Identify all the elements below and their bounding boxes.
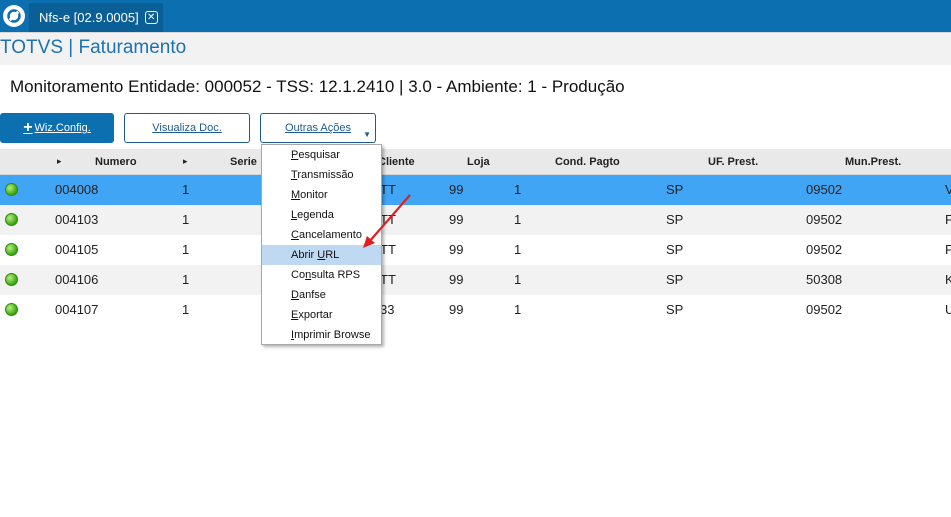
tab-close-icon[interactable]: ✕ — [144, 11, 158, 24]
table-row[interactable]: 004106 1 TT 99 1 SP 50308 K — [0, 265, 951, 295]
cell-uf-prest: SP — [666, 272, 684, 287]
cell-serie: 1 — [182, 302, 190, 317]
column-header-cond-pagto[interactable]: Cond. Pagto — [555, 156, 620, 168]
cell-numero: 004107 — [55, 302, 99, 317]
menu-item-danfse[interactable]: Danfse — [262, 285, 381, 305]
cell-cliente: TT — [380, 272, 396, 287]
cell-cliente: 33 — [380, 302, 395, 317]
visualiza-doc-button[interactable]: Visualiza Doc. — [124, 113, 250, 143]
cell-cond-pagto: 1 — [514, 272, 522, 287]
annotation-arrow-icon — [363, 194, 411, 248]
outras-acoes-label: Outras Ações — [284, 122, 352, 134]
cell-mun-prest: 09502 — [806, 212, 843, 227]
cell-numero: 004008 — [55, 182, 99, 197]
cell-serie: 1 — [182, 182, 190, 197]
cell-cond-pagto: 1 — [514, 182, 522, 197]
cell-extra: U — [945, 302, 951, 317]
visualiza-doc-label: Visualiza Doc. — [152, 122, 222, 134]
cell-uf-prest: SP — [666, 212, 684, 227]
top-bar: Nfs-e [02.9.0005] ✕ — [0, 0, 951, 32]
grid-header: ▸ Numero ▸ Serie Cliente Loja Cond. Pagt… — [0, 149, 951, 175]
cell-loja: 99 — [449, 302, 464, 317]
column-header-mun-prest[interactable]: Mun.Prest. — [845, 156, 901, 168]
table-row[interactable]: 004107 1 33 99 1 SP 09502 U — [0, 295, 951, 325]
cell-cond-pagto: 1 — [514, 212, 522, 227]
cell-mun-prest: 09502 — [806, 242, 843, 257]
menu-item-imprimir-browse[interactable]: Imprimir Browse — [262, 325, 381, 345]
cell-loja: 99 — [449, 182, 464, 197]
cell-serie: 1 — [182, 212, 190, 227]
cell-numero: 004105 — [55, 242, 99, 257]
cell-uf-prest: SP — [666, 302, 684, 317]
caret-down-icon: ▼ — [363, 130, 371, 139]
cell-cond-pagto: 1 — [514, 302, 522, 317]
sort-arrow-icon[interactable]: ▸ — [57, 156, 62, 167]
cell-loja: 99 — [449, 212, 464, 227]
cell-serie: 1 — [182, 272, 190, 287]
menu-item-pesquisar[interactable]: Pesquisar — [262, 145, 381, 165]
wiz-config-button[interactable]: + Wiz.Config. — [0, 113, 114, 143]
column-header-numero[interactable]: Numero — [95, 156, 137, 168]
column-header-uf-prest[interactable]: UF. Prest. — [708, 156, 758, 168]
wiz-config-label: Wiz.Config. — [34, 122, 91, 134]
table-row[interactable]: 004105 1 TT 99 1 SP 09502 F — [0, 235, 951, 265]
menu-item-exportar[interactable]: Exportar — [262, 305, 381, 325]
cell-mun-prest: 50308 — [806, 272, 843, 287]
status-green-icon — [5, 303, 18, 316]
status-green-icon — [5, 183, 18, 196]
tab-label: Nfs-e [02.9.0005] — [39, 10, 139, 25]
menu-item-transmissao[interactable]: Transmissão — [262, 165, 381, 185]
cell-numero: 004106 — [55, 272, 99, 287]
plus-icon: + — [23, 119, 33, 136]
cell-loja: 99 — [449, 242, 464, 257]
outras-acoes-button[interactable]: Outras Ações ▼ — [260, 113, 376, 143]
cell-cond-pagto: 1 — [514, 242, 522, 257]
status-green-icon — [5, 273, 18, 286]
cell-uf-prest: SP — [666, 182, 684, 197]
cell-extra: K — [945, 272, 951, 287]
sort-arrow-icon[interactable]: ▸ — [183, 156, 188, 167]
table-row[interactable]: 004103 1 TT 99 1 SP 09502 F — [0, 205, 951, 235]
cell-extra: F — [945, 242, 951, 257]
column-header-cliente[interactable]: Cliente — [378, 156, 415, 168]
page-title: Monitoramento Entidade: 000052 - TSS: 12… — [10, 77, 625, 96]
cell-numero: 004103 — [55, 212, 99, 227]
cell-extra: F — [945, 212, 951, 227]
cell-loja: 99 — [449, 272, 464, 287]
totvs-logo-icon[interactable] — [0, 0, 27, 32]
cell-serie: 1 — [182, 242, 190, 257]
status-green-icon — [5, 213, 18, 226]
column-header-serie[interactable]: Serie — [230, 156, 257, 168]
menu-item-consulta-rps[interactable]: Consulta RPS — [262, 265, 381, 285]
tab-nfse[interactable]: Nfs-e [02.9.0005] ✕ — [29, 3, 163, 32]
cell-mun-prest: 09502 — [806, 182, 843, 197]
app-title: TOTVS | Faturamento — [0, 37, 187, 58]
column-header-loja[interactable]: Loja — [467, 156, 490, 168]
table-row[interactable]: 004008 1 TT 99 1 SP 09502 V — [0, 175, 951, 205]
cell-uf-prest: SP — [666, 242, 684, 257]
cell-extra: V — [945, 182, 951, 197]
status-green-icon — [5, 243, 18, 256]
cell-mun-prest: 09502 — [806, 302, 843, 317]
